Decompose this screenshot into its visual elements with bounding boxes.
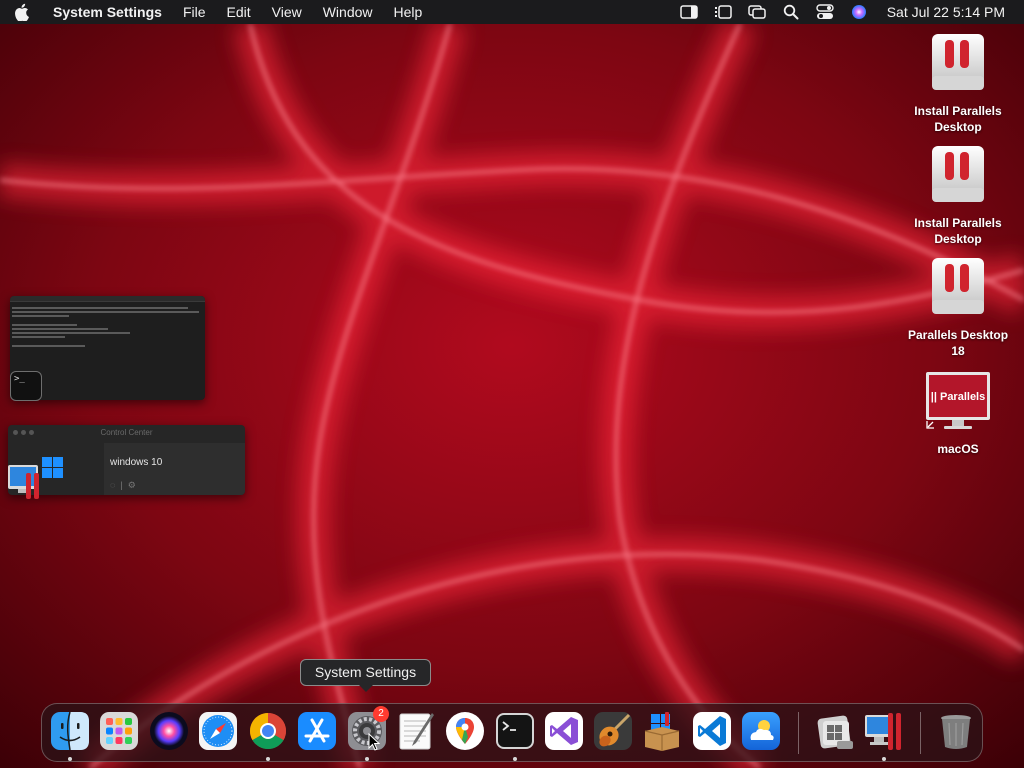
dock-system-settings[interactable]: 2 — [347, 706, 389, 751]
dock-chrome[interactable] — [248, 711, 288, 751]
textedit-icon — [399, 713, 434, 750]
vm-logo-text: || Parallels — [931, 391, 985, 403]
siri-icon[interactable] — [849, 2, 869, 22]
desktop-icon-install-parallels-1[interactable]: Install Parallels Desktop — [903, 32, 1013, 135]
desktop-icon-macos-vm[interactable]: || Parallels macOS — [903, 370, 1013, 457]
desktop-icon-label: Install Parallels Desktop — [914, 216, 1002, 246]
dock-tooltip: System Settings — [300, 659, 431, 692]
boot-camp-icon — [817, 715, 853, 749]
notification-badge: 2 — [373, 706, 389, 722]
parallels-control-center-icon[interactable] — [6, 455, 66, 501]
control-center-icon[interactable] — [815, 2, 835, 22]
menu-help[interactable]: Help — [394, 0, 423, 24]
menu-window[interactable]: Window — [323, 0, 373, 24]
vm-name-label: windows 10 — [110, 457, 163, 468]
terminal-icon — [496, 713, 534, 749]
safari-icon — [199, 712, 237, 750]
screen-mirroring-icon[interactable] — [747, 2, 767, 22]
dock-finder[interactable] — [50, 711, 90, 751]
google-maps-icon — [446, 712, 484, 750]
window-title: Control Center — [100, 428, 153, 437]
menu-file[interactable]: File — [183, 0, 206, 24]
siri-icon — [150, 712, 188, 750]
visual-studio-icon — [545, 712, 583, 750]
dock-weather[interactable] — [741, 711, 781, 751]
menu-app-name[interactable]: System Settings — [53, 0, 162, 24]
menu-edit[interactable]: Edit — [227, 0, 251, 24]
menu-bar: System Settings File Edit View Window He… — [0, 0, 1024, 24]
dock-safari[interactable] — [198, 711, 238, 751]
parallels-vm-icon: || Parallels — [926, 372, 990, 429]
terminal-output — [10, 302, 205, 352]
chrome-icon — [249, 713, 287, 750]
desktop-icon-label: Install Parallels Desktop — [914, 104, 1002, 134]
dock-visual-studio[interactable] — [544, 711, 584, 751]
desktop-icon-label: Parallels Desktop 18 — [907, 328, 1009, 358]
vscode-icon — [693, 712, 731, 750]
launchpad-icon — [100, 712, 138, 750]
stage-manager-icon[interactable] — [713, 2, 733, 22]
dock-trash[interactable] — [936, 711, 976, 751]
sidebar-icon[interactable] — [679, 2, 699, 22]
dock-boot-camp[interactable] — [815, 711, 855, 751]
menu-view[interactable]: View — [272, 0, 302, 24]
desktop-icon-parallels-desktop-18[interactable]: Parallels Desktop 18 — [903, 256, 1013, 359]
desktop-icon-label: macOS — [937, 442, 979, 456]
app-store-icon — [298, 712, 336, 750]
parallels-installer-icon — [932, 146, 984, 202]
parallels-installer-icon — [932, 34, 984, 90]
dock-textedit[interactable] — [396, 711, 436, 751]
trash-icon — [941, 715, 971, 749]
mouse-pointer-icon — [368, 733, 380, 751]
apple-menu-icon[interactable] — [15, 3, 39, 21]
dock-parallels-desktop[interactable] — [864, 711, 904, 751]
dock-windows-package[interactable] — [642, 711, 682, 751]
spotlight-search-icon[interactable] — [781, 2, 801, 22]
guitar-icon — [594, 712, 632, 750]
dock-siri[interactable] — [149, 711, 189, 751]
dock-launchpad[interactable] — [99, 711, 139, 751]
dock-instruments[interactable] — [593, 711, 633, 751]
dock: 2 — [41, 703, 983, 762]
parallels-desktop-icon — [865, 713, 901, 750]
desktop-icon-install-parallels-2[interactable]: Install Parallels Desktop — [903, 144, 1013, 247]
dock-app-store[interactable] — [297, 711, 337, 751]
dock-google-maps[interactable] — [445, 711, 485, 751]
menu-clock[interactable]: Sat Jul 22 5:14 PM — [887, 4, 1005, 20]
vm-control-icons: ◌ | ⚙ — [110, 480, 136, 490]
weather-icon — [742, 712, 780, 750]
finder-icon — [51, 711, 89, 751]
parallels-installer-icon — [932, 258, 984, 314]
terminal-app-icon[interactable]: >_ — [10, 371, 42, 401]
dock-vscode[interactable] — [692, 711, 732, 751]
windows-box-icon — [644, 712, 680, 751]
dock-terminal[interactable] — [495, 711, 535, 751]
